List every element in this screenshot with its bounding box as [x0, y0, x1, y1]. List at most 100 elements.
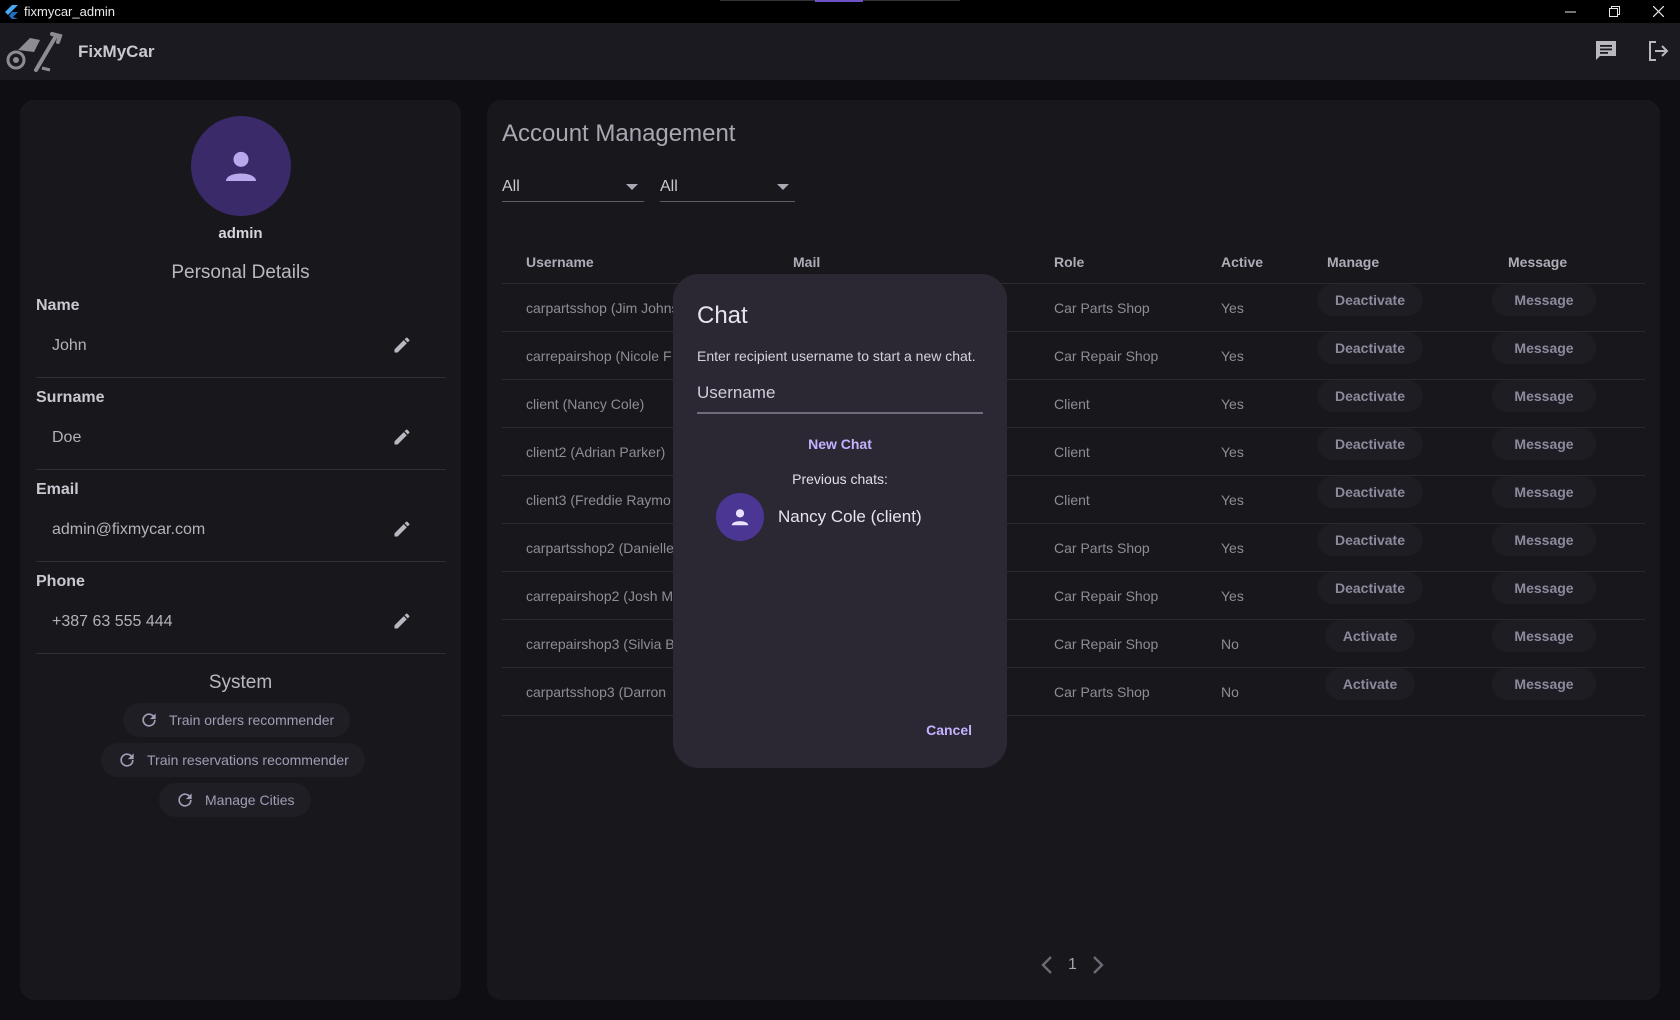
close-icon [1652, 6, 1664, 17]
chevron-left-icon[interactable] [1040, 955, 1054, 975]
active-filter-dropdown[interactable]: All [660, 172, 795, 202]
pencil-icon [394, 613, 410, 629]
profile-username: admin [218, 225, 263, 242]
logout-button[interactable] [1644, 37, 1672, 65]
cell-active: No [1221, 636, 1239, 652]
deactivate-button[interactable]: Deactivate [1317, 284, 1423, 316]
page-number: 1 [1068, 956, 1077, 973]
cell-active: Yes [1221, 300, 1244, 316]
profile-panel: admin Personal Details Name John Surname… [20, 100, 461, 1000]
pagination: 1 [1040, 955, 1105, 975]
message-button[interactable]: Message [1492, 428, 1596, 460]
table-header: Username Mail Role Active Manage Message [502, 240, 1645, 284]
deactivate-button[interactable]: Deactivate [1317, 572, 1423, 604]
chevron-right-icon[interactable] [1091, 955, 1105, 975]
email-label: Email [36, 481, 79, 498]
message-button[interactable]: Message [1492, 668, 1596, 700]
surname-value: Doe [52, 429, 82, 446]
active-filter-value: All [660, 177, 678, 195]
column-message: Message [1508, 254, 1568, 270]
system-title: System [208, 672, 273, 693]
new-chat-button[interactable]: New Chat [673, 436, 1007, 452]
recipient-username-input[interactable] [697, 374, 983, 414]
message-button[interactable]: Message [1492, 284, 1596, 316]
window-title: fixmycar_admin [24, 4, 116, 19]
message-button[interactable]: Message [1492, 524, 1596, 556]
cell-username: client3 (Freddie Raymo [526, 492, 671, 508]
deactivate-button[interactable]: Deactivate [1317, 380, 1423, 412]
train-orders-label: Train orders recommender [169, 712, 335, 728]
window-titlebar: fixmycar_admin [0, 0, 1680, 23]
cell-role: Client [1054, 444, 1090, 460]
personal-details-title: Personal Details [171, 262, 310, 283]
cell-active: Yes [1221, 588, 1244, 604]
deactivate-button[interactable]: Deactivate [1317, 332, 1423, 364]
edit-surname-button[interactable] [390, 425, 414, 449]
cell-role: Car Repair Shop [1054, 636, 1159, 652]
message-button[interactable]: Message [1492, 572, 1596, 604]
page-title: Account Management [502, 120, 736, 147]
edit-phone-button[interactable] [390, 609, 414, 633]
cell-role: Car Parts Shop [1054, 540, 1150, 556]
cell-username: carrepairshop3 (Silvia B [526, 636, 675, 652]
message-button[interactable]: Message [1492, 380, 1596, 412]
minimize-icon [1564, 11, 1576, 13]
email-value: admin@fixmycar.com [52, 521, 206, 538]
cell-username: client2 (Adrian Parker) [526, 444, 666, 460]
activate-button[interactable]: Activate [1325, 668, 1415, 700]
message-button[interactable]: Message [1492, 332, 1596, 364]
train-reservations-label: Train reservations recommender [147, 752, 349, 768]
minimize-button[interactable] [1548, 0, 1592, 23]
message-button[interactable]: Message [1492, 476, 1596, 508]
pencil-icon [394, 521, 410, 537]
cell-role: Client [1054, 396, 1090, 412]
pencil-icon [394, 429, 410, 445]
chat-button[interactable] [1592, 37, 1620, 65]
cell-active: Yes [1221, 396, 1244, 412]
train-orders-button[interactable]: Train orders recommender [123, 703, 351, 737]
train-reservations-button[interactable]: Train reservations recommender [101, 743, 365, 777]
cell-username: carpartsshop (Jim Johns [526, 300, 679, 316]
close-button[interactable] [1636, 0, 1680, 23]
deactivate-button[interactable]: Deactivate [1317, 476, 1423, 508]
phone-label: Phone [36, 573, 85, 590]
previous-chats-label: Previous chats: [792, 471, 888, 487]
avatar [191, 116, 291, 216]
edit-name-button[interactable] [390, 333, 414, 357]
app-bar: FixMyCar [0, 23, 1680, 80]
person-icon [731, 509, 749, 526]
manage-cities-button[interactable]: Manage Cities [159, 783, 311, 817]
column-active: Active [1221, 254, 1264, 270]
divider [36, 653, 446, 654]
dialog-title: Chat [697, 302, 748, 329]
cell-username: carpartsshop2 (Danielle [526, 540, 674, 556]
role-filter-dropdown[interactable]: All [502, 172, 644, 202]
cell-username: carrepairshop (Nicole F [526, 348, 672, 364]
previous-chat-item[interactable]: Nancy Cole (client) [716, 492, 976, 542]
dialog-subtitle: Enter recipient username to start a new … [697, 348, 976, 364]
cell-username: carpartsshop3 (Darron [526, 684, 667, 700]
message-button[interactable]: Message [1492, 620, 1596, 652]
column-username: Username [526, 254, 594, 270]
name-value: John [52, 337, 87, 354]
column-role: Role [1054, 254, 1085, 270]
deactivate-button[interactable]: Deactivate [1317, 428, 1423, 460]
activate-button[interactable]: Activate [1325, 620, 1415, 652]
chat-icon [1596, 41, 1616, 60]
divider [36, 377, 446, 378]
pencil-icon [394, 337, 410, 353]
deactivate-button[interactable]: Deactivate [1317, 524, 1423, 556]
role-filter-value: All [502, 177, 520, 195]
cancel-button[interactable]: Cancel [926, 722, 972, 738]
restore-button[interactable] [1592, 0, 1636, 23]
cell-active: Yes [1221, 444, 1244, 460]
cell-active: Yes [1221, 348, 1244, 364]
account-management-panel: Account Management All All Username Mail… [487, 100, 1660, 1000]
edit-email-button[interactable] [390, 517, 414, 541]
cell-active: Yes [1221, 492, 1244, 508]
cell-role: Client [1054, 492, 1090, 508]
cell-role: Car Parts Shop [1054, 300, 1150, 316]
refresh-icon [178, 793, 192, 807]
restore-icon [1608, 6, 1620, 17]
cell-active: Yes [1221, 540, 1244, 556]
